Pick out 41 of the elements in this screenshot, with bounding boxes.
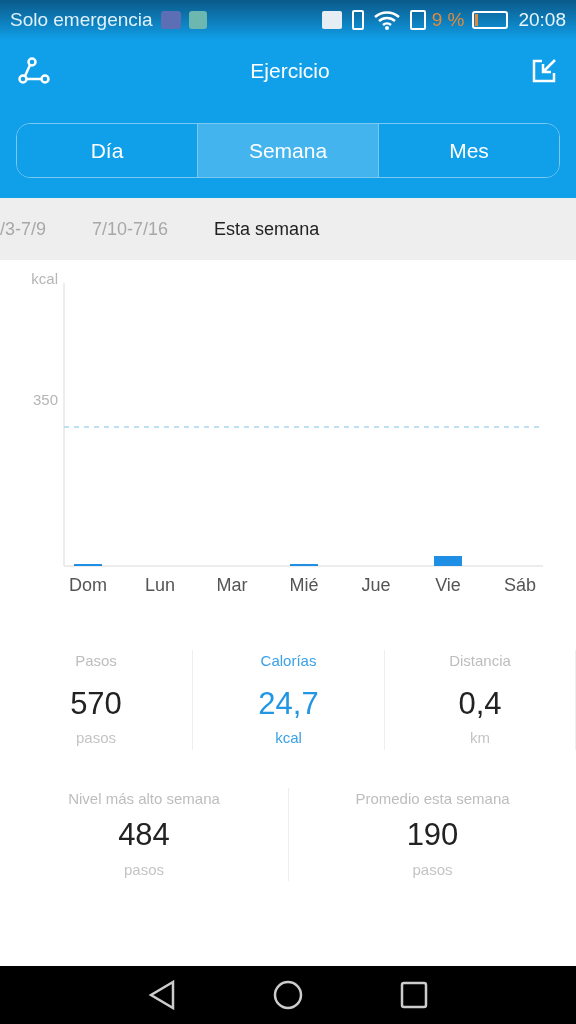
period-tab[interactable]: Semana bbox=[197, 124, 378, 177]
day-label: Mié bbox=[289, 575, 319, 595]
battery-percent: 9 % bbox=[431, 7, 465, 32]
stat-value: 570 bbox=[70, 684, 122, 723]
summary-value: 190 bbox=[406, 816, 459, 854]
wifi-icon bbox=[373, 10, 400, 30]
summary-value: 484 bbox=[118, 816, 170, 854]
stat-unit: km bbox=[470, 728, 490, 748]
screen-title: Ejercicio bbox=[249, 58, 331, 85]
day-label: Sáb bbox=[504, 575, 536, 595]
stat-label: Distancia bbox=[449, 651, 511, 671]
recent-apps-icon[interactable] bbox=[399, 981, 428, 1009]
stat-label: Calorías bbox=[260, 651, 317, 671]
axis-tick: 350 bbox=[32, 391, 58, 408]
day-label: Jue bbox=[361, 575, 391, 595]
stat-unit: kcal bbox=[275, 728, 302, 748]
minimize-icon[interactable] bbox=[530, 57, 558, 85]
summary-label: Promedio esta semana bbox=[355, 788, 510, 809]
axis-unit: kcal bbox=[31, 270, 58, 287]
week-tab[interactable]: 7/10-7/16 bbox=[92, 215, 169, 243]
day-label: Mar bbox=[216, 575, 248, 595]
week-tab[interactable]: Esta semana bbox=[214, 215, 320, 243]
battery-icon bbox=[472, 11, 509, 29]
home-icon[interactable] bbox=[273, 980, 303, 1010]
bar bbox=[434, 556, 462, 566]
day-label: Vie bbox=[435, 575, 461, 595]
period-tab[interactable]: Mes bbox=[378, 124, 559, 177]
back-icon[interactable] bbox=[148, 980, 177, 1010]
carrier-text: Solo emergencia bbox=[10, 7, 153, 32]
clock-time: 20:08 bbox=[518, 7, 566, 32]
week-tab[interactable]: /3-7/9 bbox=[0, 215, 47, 243]
stat-value: 24,7 bbox=[258, 684, 319, 723]
summary-unit: pasos bbox=[412, 859, 453, 880]
day-label: Lun bbox=[145, 575, 175, 595]
stat-label: Pasos bbox=[75, 651, 117, 671]
stat-unit: pasos bbox=[76, 728, 116, 748]
summary-label: Nivel más alto semana bbox=[68, 788, 220, 809]
share-icon[interactable] bbox=[18, 57, 50, 85]
stat-value: 0,4 bbox=[458, 684, 502, 723]
summary-unit: pasos bbox=[124, 859, 164, 880]
day-label: Dom bbox=[69, 575, 107, 595]
